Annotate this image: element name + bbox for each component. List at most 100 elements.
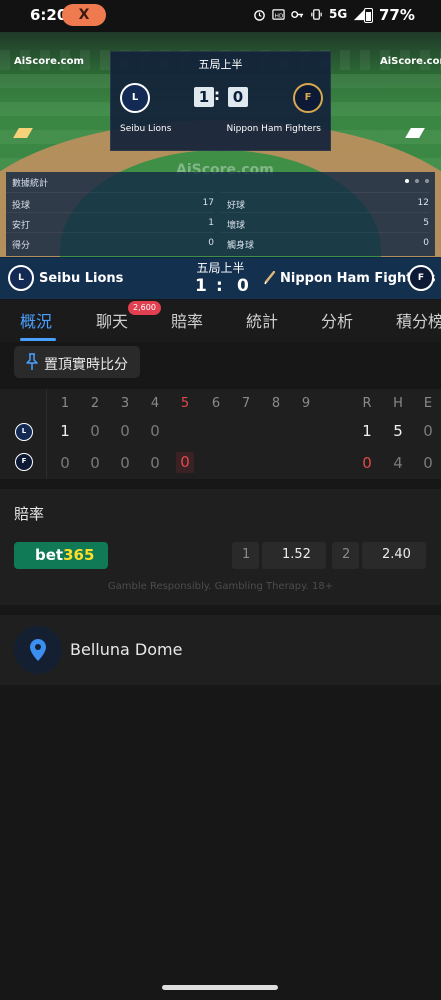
inning-header-current: 5 [180, 396, 190, 411]
key-icon [291, 10, 304, 18]
stats-left-column: 投球 17 安打 1 得分 0 [6, 192, 214, 252]
hits-cell: 4 [393, 454, 403, 472]
stat-row: 得分 0 [6, 232, 214, 252]
score-cell: 0 [120, 454, 130, 472]
inning-header: 8 [271, 396, 281, 411]
score-cell-current: 0 [176, 452, 194, 473]
score-cell: 0 [90, 422, 100, 440]
stat-value: 0 [208, 238, 214, 248]
venue-name: Belluna Dome [70, 640, 183, 659]
seibu-lions-logo-icon: L [15, 423, 33, 441]
carousel-dot-3[interactable] [425, 179, 429, 183]
stat-value: 0 [423, 238, 429, 248]
vibrate-icon [311, 8, 322, 20]
runs-cell: 0 [362, 454, 372, 472]
inning-header: 1 [60, 396, 70, 411]
venue-row[interactable]: Belluna Dome [0, 615, 441, 685]
scorecard-away-score: 0 [228, 87, 248, 107]
teambar-away-score: 0 [237, 276, 249, 296]
status-icons: HD 5G [253, 7, 366, 21]
seibu-lions-logo-icon: L [120, 83, 150, 113]
stat-label: 好球 [227, 201, 246, 211]
tab-chat[interactable]: 聊天 [96, 308, 128, 332]
score-cell: 0 [120, 422, 130, 440]
carousel-dot-2[interactable] [415, 179, 419, 183]
stat-label: 得分 [12, 241, 31, 251]
app-badge-x[interactable]: X [62, 4, 106, 26]
odds-away-key: 2 [342, 547, 351, 562]
score-cell: 0 [90, 454, 100, 472]
score-cell: 0 [150, 422, 160, 440]
battery-icon [364, 8, 373, 23]
teambar-home-score: 1 [195, 276, 207, 296]
errors-cell: 0 [423, 422, 433, 440]
teambar-colon: : [216, 276, 223, 296]
team-bar: L Seibu Lions 五局上半 1 : 0 Nippon Ham Figh… [0, 257, 441, 299]
stat-label: 壞球 [227, 221, 246, 231]
stat-row: 安打 1 [6, 212, 214, 232]
stat-value: 1 [208, 218, 214, 228]
tab-odds[interactable]: 賠率 [171, 308, 203, 332]
venue-icon-wrap [14, 626, 62, 674]
score-cell: 0 [60, 454, 70, 472]
inning-header: 4 [150, 396, 160, 411]
odds-home-key: 1 [242, 547, 251, 562]
nippon-ham-fighters-logo-icon: F [293, 83, 323, 113]
active-tab-indicator [20, 338, 56, 341]
stats-right-column: 好球 12 壞球 5 觸身球 0 [221, 192, 429, 252]
odds-home-value: 1.52 [282, 547, 311, 562]
network-type: 5G [329, 7, 348, 21]
stat-row: 壞球 5 [221, 212, 429, 232]
tab-analysis[interactable]: 分析 [321, 308, 353, 332]
stat-value: 17 [202, 198, 214, 208]
pin-label: 置頂實時比分 [44, 357, 128, 373]
pin-icon [26, 353, 38, 370]
scorecard-home-team: Seibu Lions [120, 124, 172, 134]
tab-overview[interactable]: 概況 [20, 308, 52, 332]
tab-standings[interactable]: 積分榜 [396, 308, 441, 332]
score-cell: 0 [150, 454, 160, 472]
status-bar: 6:20 X HD 5G 77% [0, 0, 441, 32]
carousel-dots[interactable] [405, 179, 429, 183]
alarm-icon [254, 9, 265, 21]
scorecard-colon: : [214, 86, 220, 104]
score-cell: 1 [60, 422, 70, 440]
gambling-disclaimer[interactable]: Gamble Responsibly. Gambling Therapy. 18… [0, 581, 441, 592]
scorecard-home-score: 1 [194, 87, 214, 107]
nippon-ham-fighters-logo-icon: F [15, 453, 33, 471]
runs-cell: 1 [362, 422, 372, 440]
odds-away-value: 2.40 [382, 547, 411, 562]
batting-icon [264, 271, 275, 285]
errors-cell: 0 [423, 454, 433, 472]
bet365-logo[interactable]: bet365 [14, 542, 108, 569]
inning-header: 3 [120, 396, 130, 411]
scorecard-away-team: Nippon Ham Fighters [226, 124, 321, 134]
odds-section: 賠率 bet365 1 1.52 2 2.40 Gamble Responsib… [0, 489, 441, 605]
hits-header: H [393, 396, 403, 411]
pin-live-score-button[interactable]: 置頂實時比分 [14, 346, 140, 378]
stat-row: 投球 17 [6, 192, 214, 212]
stat-label: 投球 [12, 201, 31, 211]
bet365-logo-text: bet [35, 546, 64, 564]
tab-stats[interactable]: 統計 [246, 308, 278, 332]
score-card: 五局上半 L 1 : 0 F Seibu Lions Nippon Ham Fi… [110, 51, 331, 151]
carousel-dot-1[interactable] [405, 179, 409, 183]
svg-text:HD: HD [275, 13, 283, 19]
stats-title: 數據統計 [12, 179, 49, 189]
pin-row: 置頂實時比分 [0, 342, 441, 382]
line-score-divider [46, 389, 47, 479]
tab-bar: 概況 聊天 賠率 統計 分析 積分榜 [0, 300, 441, 342]
stat-label: 安打 [12, 221, 31, 231]
stats-panel[interactable]: 數據統計 投球 17 安打 1 得分 0 好球 12 壞球 5 觸身球 0 [6, 172, 435, 256]
scorecard-inning: 五局上半 [198, 58, 243, 71]
chat-count-badge: 2,600 [128, 301, 161, 315]
location-pin-icon [30, 639, 46, 661]
nippon-ham-fighters-logo-icon[interactable]: F [408, 265, 434, 291]
stat-row: 觸身球 0 [221, 232, 429, 252]
inning-header: 2 [90, 396, 100, 411]
field-brand-right: AiScore.com [380, 56, 441, 67]
runs-header: R [362, 396, 372, 411]
odds-title: 賠率 [14, 505, 45, 523]
hd-icon: HD [272, 8, 285, 20]
home-indicator[interactable] [162, 985, 278, 990]
